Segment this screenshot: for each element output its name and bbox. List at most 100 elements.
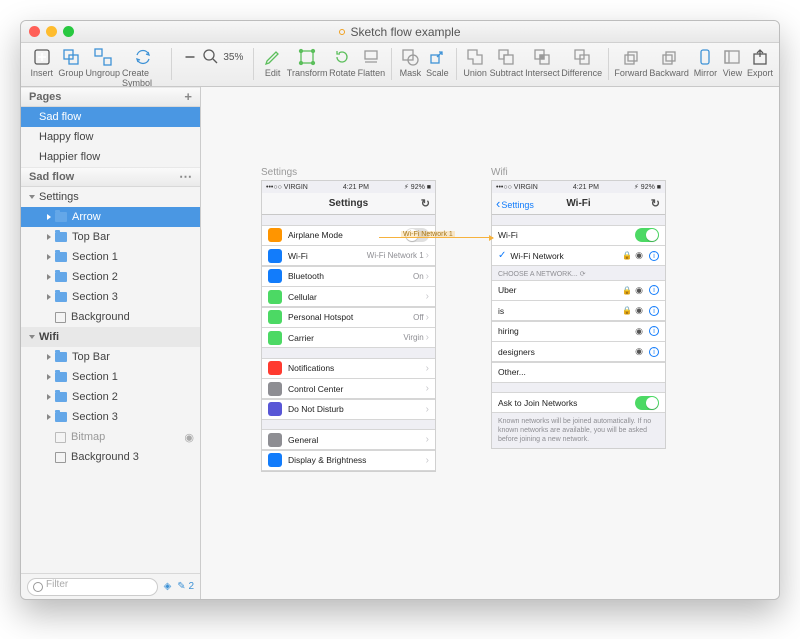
layer-section-3a[interactable]: Section 3	[21, 287, 200, 307]
layer-bitmap[interactable]: Bitmap◉	[21, 427, 200, 447]
view-button[interactable]: View	[720, 46, 745, 78]
mask-button[interactable]: Mask	[398, 46, 423, 78]
folder-icon	[55, 272, 67, 282]
cell: Uber🔒◉i	[492, 280, 665, 301]
artboard-settings[interactable]: Settings •••○○ VIRGIN4:21 PM⚡︎ 92% ■ Set…	[261, 167, 436, 472]
layer-arrow[interactable]: Arrow	[21, 207, 200, 227]
backward-button[interactable]: Backward	[649, 46, 689, 78]
refresh-icon: ↻	[651, 197, 660, 210]
layer-section-1b[interactable]: Section 1	[21, 367, 200, 387]
filter-input[interactable]: Filter	[27, 578, 158, 596]
rect-icon	[55, 312, 66, 323]
cell: Other...	[492, 362, 665, 383]
layer-top-bar-2[interactable]: Top Bar	[21, 347, 200, 367]
cell: Cellular›	[262, 286, 435, 307]
refresh-icon: ↻	[421, 197, 430, 210]
folder-icon	[55, 252, 67, 262]
zoom-label: 35%	[223, 52, 243, 63]
nav-bar: Settings↻	[262, 193, 435, 215]
zoom-control[interactable]: 35%	[181, 46, 243, 68]
slice-filter-icon[interactable]: ✎ 2	[177, 581, 194, 592]
cell: hiring◉i	[492, 321, 665, 342]
cell: Control Center›	[262, 378, 435, 399]
intersect-button[interactable]: Intersect	[525, 46, 560, 78]
cell: Personal HotspotOff›	[262, 307, 435, 328]
cell: ✓Wi-Fi Network🔒◉i	[492, 245, 665, 266]
folder-icon	[55, 412, 67, 422]
choose-network-header: CHOOSE A NETWORK... ⟳	[492, 266, 665, 280]
status-bar: •••○○ VIRGIN4:21 PM⚡︎ 92% ■	[492, 181, 665, 193]
folder-icon	[55, 392, 67, 402]
status-bar: •••○○ VIRGIN4:21 PM⚡︎ 92% ■	[262, 181, 435, 193]
pages-header: Pages+	[21, 87, 200, 107]
folder-icon	[55, 372, 67, 382]
create-symbol-button[interactable]: Create Symbol	[122, 46, 165, 88]
transform-button[interactable]: Transform	[287, 46, 327, 78]
rect-icon	[55, 452, 66, 463]
cell: is🔒◉i	[492, 300, 665, 321]
edit-button[interactable]: Edit	[260, 46, 285, 78]
insert-button[interactable]: Insert	[27, 46, 56, 78]
artboard-label: Wifi	[491, 167, 666, 178]
zoom-out-icon[interactable]	[181, 46, 199, 68]
layer-top-bar-1[interactable]: Top Bar	[21, 227, 200, 247]
folder-icon	[55, 212, 67, 222]
artboard-menu-icon[interactable]: ⋯	[179, 167, 192, 187]
phone-wifi: •••○○ VIRGIN4:21 PM⚡︎ 92% ■ SettingsWi-F…	[491, 180, 666, 449]
flow-arrow-label: Wi-Fi Network 1	[401, 231, 455, 238]
toolbar: Insert Group Ungroup Create Symbol 35% E…	[21, 43, 779, 87]
back-button: Settings	[496, 196, 534, 211]
layer-section-2b[interactable]: Section 2	[21, 387, 200, 407]
union-button[interactable]: Union	[463, 46, 488, 78]
difference-button[interactable]: Difference	[562, 46, 602, 78]
ask-footer: Known networks will be joined automatica…	[492, 413, 665, 448]
page-happy-flow[interactable]: Happy flow	[21, 127, 200, 147]
phone-settings: •••○○ VIRGIN4:21 PM⚡︎ 92% ■ Settings↻ Ai…	[261, 180, 436, 472]
scale-button[interactable]: Scale	[425, 46, 450, 78]
layer-section-2a[interactable]: Section 2	[21, 267, 200, 287]
visibility-icon[interactable]: ◉	[184, 431, 194, 444]
sidebar: Pages+ Sad flow Happy flow Happier flow …	[21, 87, 201, 599]
folder-icon	[55, 292, 67, 302]
titlebar: Sketch flow example	[21, 21, 779, 43]
add-page-icon[interactable]: +	[184, 87, 192, 107]
layer-background-1[interactable]: Background	[21, 307, 200, 327]
cell-ask-join: Ask to Join Networks	[492, 392, 665, 413]
page-happier-flow[interactable]: Happier flow	[21, 147, 200, 167]
nav-bar: SettingsWi-Fi↻	[492, 193, 665, 215]
artboard-header: Sad flow⋯	[21, 167, 200, 187]
rotate-button[interactable]: Rotate	[329, 46, 356, 78]
cell: designers◉i	[492, 341, 665, 362]
layer-group-wifi[interactable]: Wifi	[21, 327, 200, 347]
cell: Notifications›	[262, 358, 435, 379]
app-window: Sketch flow example Insert Group Ungroup…	[20, 20, 780, 600]
flatten-button[interactable]: Flatten	[358, 46, 386, 78]
artboard-wifi[interactable]: Wifi •••○○ VIRGIN4:21 PM⚡︎ 92% ■ Setting…	[491, 167, 666, 449]
cell: Wi-Fi	[492, 225, 665, 246]
folder-icon	[55, 232, 67, 242]
cell: Do Not Disturb›	[262, 399, 435, 420]
layer-section-3b[interactable]: Section 3	[21, 407, 200, 427]
group-button[interactable]: Group	[58, 46, 83, 78]
artboard-label: Settings	[261, 167, 436, 178]
forward-button[interactable]: Forward	[614, 46, 647, 78]
cell: Display & Brightness›	[262, 450, 435, 471]
symbol-filter-icon[interactable]: ◈	[164, 581, 172, 592]
page-sad-flow[interactable]: Sad flow	[21, 107, 200, 127]
layer-section-1a[interactable]: Section 1	[21, 247, 200, 267]
layer-background-3[interactable]: Background 3	[21, 447, 200, 467]
canvas[interactable]: Settings •••○○ VIRGIN4:21 PM⚡︎ 92% ■ Set…	[201, 87, 779, 599]
export-button[interactable]: Export	[747, 46, 773, 78]
cell: BluetoothOn›	[262, 266, 435, 287]
zoom-magnifier-icon	[202, 46, 220, 68]
switch-icon	[635, 396, 659, 410]
subtract-button[interactable]: Subtract	[490, 46, 524, 78]
cell: CarrierVirgin›	[262, 327, 435, 348]
ungroup-button[interactable]: Ungroup	[85, 46, 120, 78]
mirror-button[interactable]: Mirror	[693, 46, 718, 78]
bitmap-icon	[55, 432, 66, 443]
cell: General›	[262, 429, 435, 450]
cell: Wi-FiWi-Fi Network 1›	[262, 245, 435, 266]
folder-icon	[55, 352, 67, 362]
layer-group-settings[interactable]: Settings	[21, 187, 200, 207]
